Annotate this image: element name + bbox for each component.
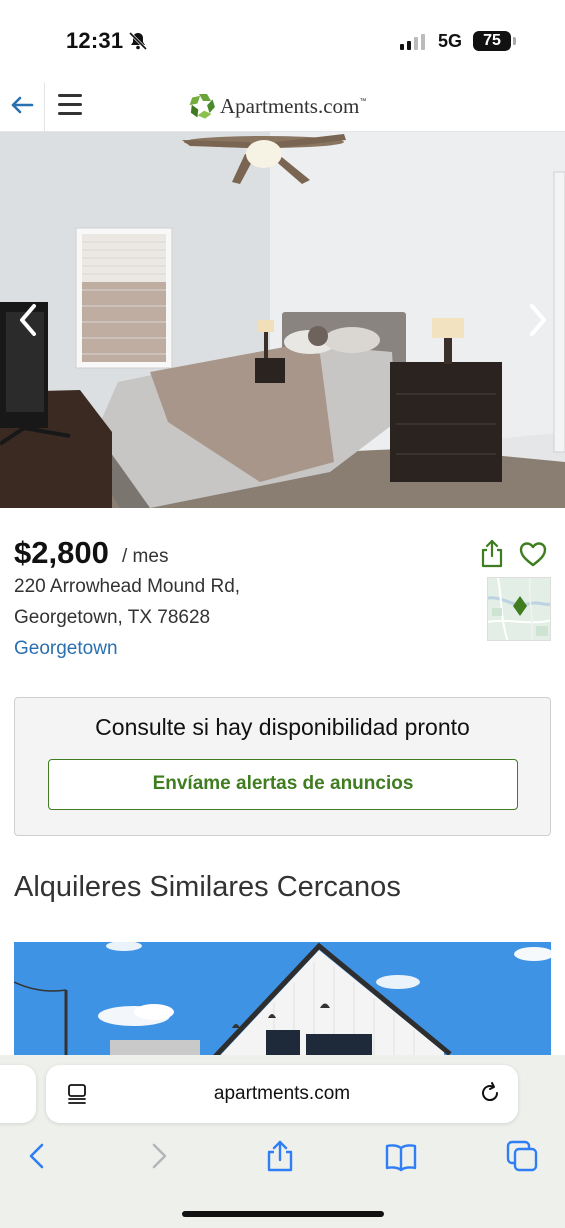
map-thumbnail[interactable] — [487, 577, 551, 641]
browser-forward-icon[interactable] — [142, 1139, 176, 1173]
browser-bottom-bar: apartments.com — [0, 1055, 565, 1228]
bedroom-photo-image — [0, 132, 565, 508]
availability-message: Consulte si hay disponibilidad pronto — [95, 714, 470, 740]
map-image — [488, 578, 550, 640]
listing-price: $2,800 — [14, 535, 109, 570]
reload-icon[interactable] — [478, 1081, 502, 1105]
price-period: / mes — [122, 546, 169, 567]
share-icon[interactable] — [478, 538, 506, 568]
next-photo-icon[interactable] — [524, 300, 552, 340]
network-type: 5G — [438, 31, 463, 51]
address-url[interactable]: apartments.com — [46, 1083, 518, 1105]
bell-muted-icon — [128, 32, 148, 50]
apartments-logo-icon — [189, 94, 215, 119]
cellular-signal-icon — [400, 34, 425, 50]
home-indicator — [182, 1211, 384, 1217]
similar-rentals-heading: Alquileres Similares Cercanos — [14, 871, 401, 903]
logo-trademark: ™ — [359, 97, 367, 105]
availability-panel: Consulte si hay disponibilidad pronto En… — [14, 697, 551, 836]
bookmarks-book-icon[interactable] — [384, 1139, 418, 1173]
similar-listing-image — [14, 942, 551, 1062]
back-arrow-icon[interactable] — [8, 90, 38, 120]
previous-photo-icon[interactable] — [14, 300, 42, 340]
site-header: Apartments.com ™ — [0, 82, 565, 132]
browser-back-icon[interactable] — [20, 1139, 54, 1173]
browser-share-icon[interactable] — [263, 1139, 297, 1173]
favorite-heart-icon[interactable] — [518, 540, 548, 568]
listing-photo[interactable] — [0, 132, 565, 508]
logo-text: Apartments.com — [220, 93, 360, 118]
address-bar[interactable]: apartments.com — [46, 1065, 518, 1123]
status-time: 12:31 — [66, 28, 124, 53]
status-bar: 12:31 5G 75 — [0, 0, 565, 82]
similar-listing-photo[interactable] — [14, 942, 551, 1062]
hamburger-menu-icon[interactable] — [58, 94, 82, 118]
site-logo[interactable]: Apartments.com ™ — [188, 92, 366, 120]
listing-alerts-button[interactable]: Envíame alertas de anuncios — [48, 759, 518, 810]
battery-indicator: 75 — [473, 31, 516, 51]
previous-tab-preview[interactable] — [0, 1065, 36, 1123]
address-line-1: 220 Arrowhead Mound Rd, — [14, 576, 241, 597]
tabs-overview-icon[interactable] — [505, 1139, 539, 1173]
address-line-2: Georgetown, TX 78628 — [14, 607, 211, 628]
neighborhood-link[interactable]: Georgetown — [14, 638, 118, 660]
header-divider — [44, 82, 45, 132]
